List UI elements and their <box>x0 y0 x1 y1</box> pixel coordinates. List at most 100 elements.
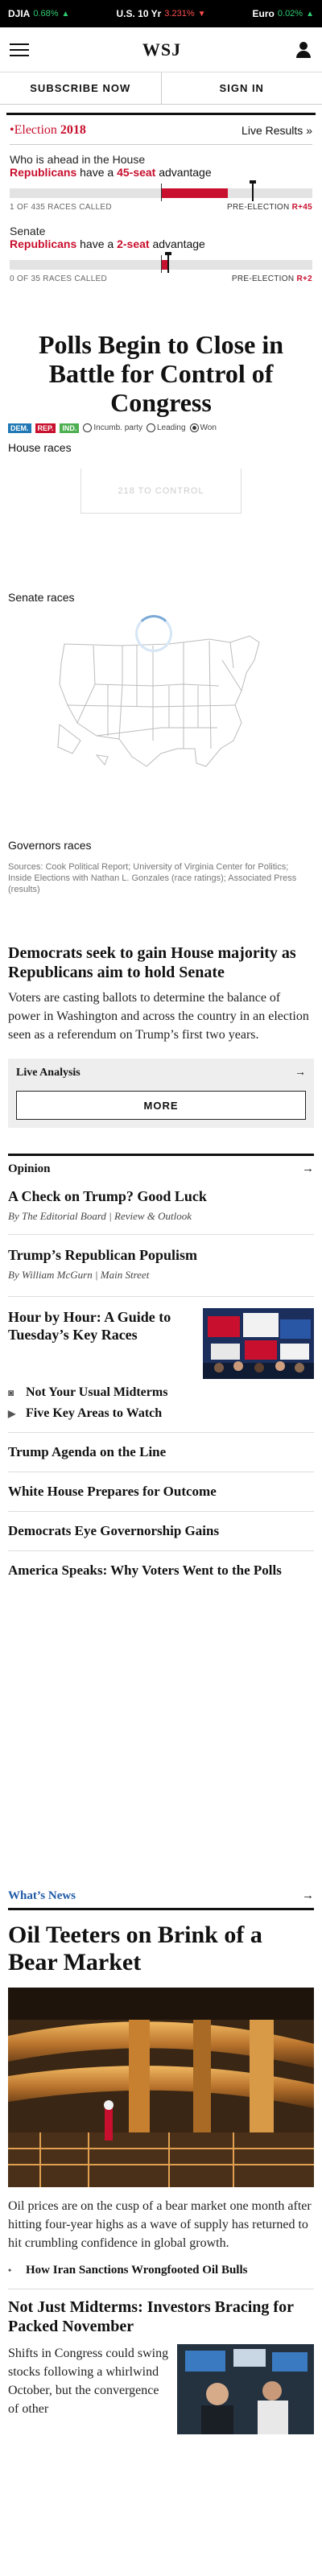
lead-story[interactable]: Democrats seek to gain House majority as… <box>0 943 322 1044</box>
house-pre-label: PRE-ELECTION <box>227 203 290 212</box>
midterms-headline[interactable]: Not Just Midterms: Investors Bracing for… <box>8 2297 314 2336</box>
hour-bullet[interactable]: ▶ Five Key Areas to Watch <box>8 1406 314 1421</box>
legend-leading: Leading <box>146 423 186 433</box>
midterms-story[interactable]: Shifts in Congress could swing stocks fo… <box>8 2344 314 2434</box>
hour-bullet-label: Not Your Usual Midterms <box>26 1385 168 1399</box>
house-races-label: House races <box>8 441 72 454</box>
opinion-item[interactable]: Trump’s Republican Populism By William M… <box>8 1235 314 1293</box>
menu-icon[interactable] <box>10 43 29 56</box>
election-logo: •Election 2018 <box>10 123 86 138</box>
rally-thumbnail[interactable] <box>203 1308 314 1379</box>
house-race[interactable]: Who is ahead in the House Republicans ha… <box>10 145 312 217</box>
camera-icon: ◙ <box>8 1386 14 1398</box>
more-button[interactable]: MORE <box>16 1091 306 1120</box>
legend-incumbent-label: Incumb. party <box>93 423 142 433</box>
house-margin: 45-seat <box>117 166 156 179</box>
account-bar: SUBSCRIBE NOW SIGN IN <box>0 72 322 105</box>
senate-race[interactable]: Senate Republicans have a 2-seat advanta… <box>10 217 312 288</box>
opinion-byline: By William McGurn | Main Street <box>8 1269 150 1281</box>
senate-pre-value: R+2 <box>296 275 312 283</box>
senate-bar-fill <box>161 260 167 270</box>
arrow-right-icon: → <box>302 1889 314 1902</box>
play-icon: ▶ <box>8 1407 16 1419</box>
senate-party: Republicans <box>10 237 77 250</box>
senate-pre-label: PRE-ELECTION <box>231 275 295 283</box>
hour-headline[interactable]: Hour by Hour: A Guide to Tuesday’s Key R… <box>8 1308 195 1379</box>
whats-news-header[interactable]: What’s News → <box>8 1889 314 1910</box>
rally-image <box>203 1308 314 1379</box>
house-bar <box>10 180 312 201</box>
oil-headline[interactable]: Oil Teeters on Brink of a Bear Market <box>8 1922 314 1976</box>
page-title[interactable]: Polls Begin to Close in Battle for Contr… <box>8 330 314 417</box>
oil-rig-illustration <box>8 1988 314 2187</box>
market-ticker[interactable]: DJIA 0.68% ▲ U.S. 10 Yr 3.231% ▼ Euro 0.… <box>0 0 322 27</box>
wsj-logo[interactable]: WSJ <box>142 39 181 60</box>
senate-mid: have a <box>80 237 114 250</box>
ticker-name: U.S. 10 Yr <box>116 8 162 19</box>
ticker-value: 3.231% <box>164 9 195 19</box>
list-item[interactable]: Democrats Eye Governorship Gains <box>8 1512 314 1551</box>
subscribe-button[interactable]: SUBSCRIBE NOW <box>0 72 162 104</box>
chevron-right-icon: » <box>306 124 312 137</box>
legend-ind: IND. <box>60 423 80 433</box>
hour-by-hour-story[interactable]: Hour by Hour: A Guide to Tuesday’s Key R… <box>8 1297 314 1379</box>
senate-races-label: Senate races <box>8 591 75 604</box>
oil-rig-image[interactable] <box>8 1988 314 2187</box>
live-results-link[interactable]: Live Results » <box>242 124 312 137</box>
ticker-item-euro[interactable]: Euro 0.02% ▲ <box>253 8 314 19</box>
election-widget[interactable]: •Election 2018 Live Results » Who is ahe… <box>6 113 316 296</box>
signin-button[interactable]: SIGN IN <box>162 72 322 104</box>
senate-question: Senate <box>10 225 46 237</box>
ticker-item-10yr[interactable]: U.S. 10 Yr 3.231% ▼ <box>116 8 205 19</box>
senate-map-container[interactable] <box>8 615 314 821</box>
opinion-byline: By The Editorial Board | Review & Outloo… <box>8 1210 192 1222</box>
oil-bullet[interactable]: • How Iran Sanctions Wrongfooted Oil Bul… <box>8 2264 314 2277</box>
opinion-item[interactable]: A Check on Trump? Good Luck By The Edito… <box>8 1176 314 1235</box>
hour-bullet-label: Five Key Areas to Watch <box>26 1406 163 1420</box>
oil-bullet-label: How Iran Sanctions Wrongfooted Oil Bulls <box>26 2264 248 2277</box>
oil-summary: Oil prices are on the cusp of a bear mar… <box>8 2199 312 2250</box>
trading-floor-thumbnail[interactable] <box>177 2344 314 2434</box>
live-analysis-box[interactable]: Live Analysis → MORE <box>8 1059 314 1128</box>
house-advantage: Republicans have a 45-seat advantage <box>10 166 312 179</box>
whats-news-label: What’s News <box>8 1889 76 1902</box>
election-logo-text: Election <box>14 123 57 137</box>
circle-outline-icon <box>83 423 93 433</box>
sources-note: Sources: Cook Political Report; Universi… <box>8 862 297 894</box>
circle-outline-icon <box>146 423 155 433</box>
list-item[interactable]: Trump Agenda on the Line <box>8 1433 314 1472</box>
ticker-name: Euro <box>252 8 275 19</box>
arrow-right-icon: → <box>295 1067 306 1079</box>
senate-pre-election-marker <box>164 252 171 273</box>
live-analysis-header[interactable]: Live Analysis → <box>16 1067 306 1080</box>
opinion-headline[interactable]: Trump’s Republican Populism <box>8 1246 314 1264</box>
house-suffix: advantage <box>159 166 212 179</box>
house-pre-value: R+45 <box>291 203 312 212</box>
senate-footer: 0 OF 35 RACES CALLED PRE-ELECTION R+2 <box>10 275 312 283</box>
opinion-section-header[interactable]: Opinion → <box>8 1154 314 1176</box>
lead-story-headline[interactable]: Democrats seek to gain House majority as… <box>8 943 314 982</box>
map-legend: DEM. REP. IND. Incumb. party Leading Won <box>8 423 314 433</box>
ticker-value: 0.02% <box>277 9 303 19</box>
governors-races-label: Governors races <box>8 839 92 852</box>
circle-dot-icon <box>189 423 199 433</box>
opinion-headline[interactable]: A Check on Trump? Good Luck <box>8 1187 314 1205</box>
senate-suffix: advantage <box>152 237 205 250</box>
house-pre-election-marker <box>249 180 256 201</box>
live-analysis-title: Live Analysis <box>16 1067 80 1079</box>
legend-won-label: Won <box>200 423 217 433</box>
ticker-value: 0.68% <box>33 9 59 19</box>
house-footer: 1 OF 435 RACES CALLED PRE-ELECTION R+45 <box>10 203 312 212</box>
arrow-right-icon: → <box>302 1162 314 1175</box>
house-question: Who is ahead in the House <box>10 153 146 166</box>
hour-bullet[interactable]: ◙ Not Your Usual Midterms <box>8 1385 314 1400</box>
list-item[interactable]: White House Prepares for Outcome <box>8 1472 314 1512</box>
legend-rep: REP. <box>35 423 56 433</box>
house-control-chart: 218 TO CONTROL <box>80 469 242 514</box>
list-item[interactable]: America Speaks: Why Voters Went to the P… <box>8 1551 314 1590</box>
ticker-item-djia[interactable]: DJIA 0.68% ▲ <box>8 8 69 19</box>
user-icon[interactable] <box>295 41 312 59</box>
election-widget-header: •Election 2018 Live Results » <box>10 123 312 145</box>
legend-won: Won <box>189 423 217 433</box>
arrow-up-icon: ▲ <box>306 9 314 19</box>
